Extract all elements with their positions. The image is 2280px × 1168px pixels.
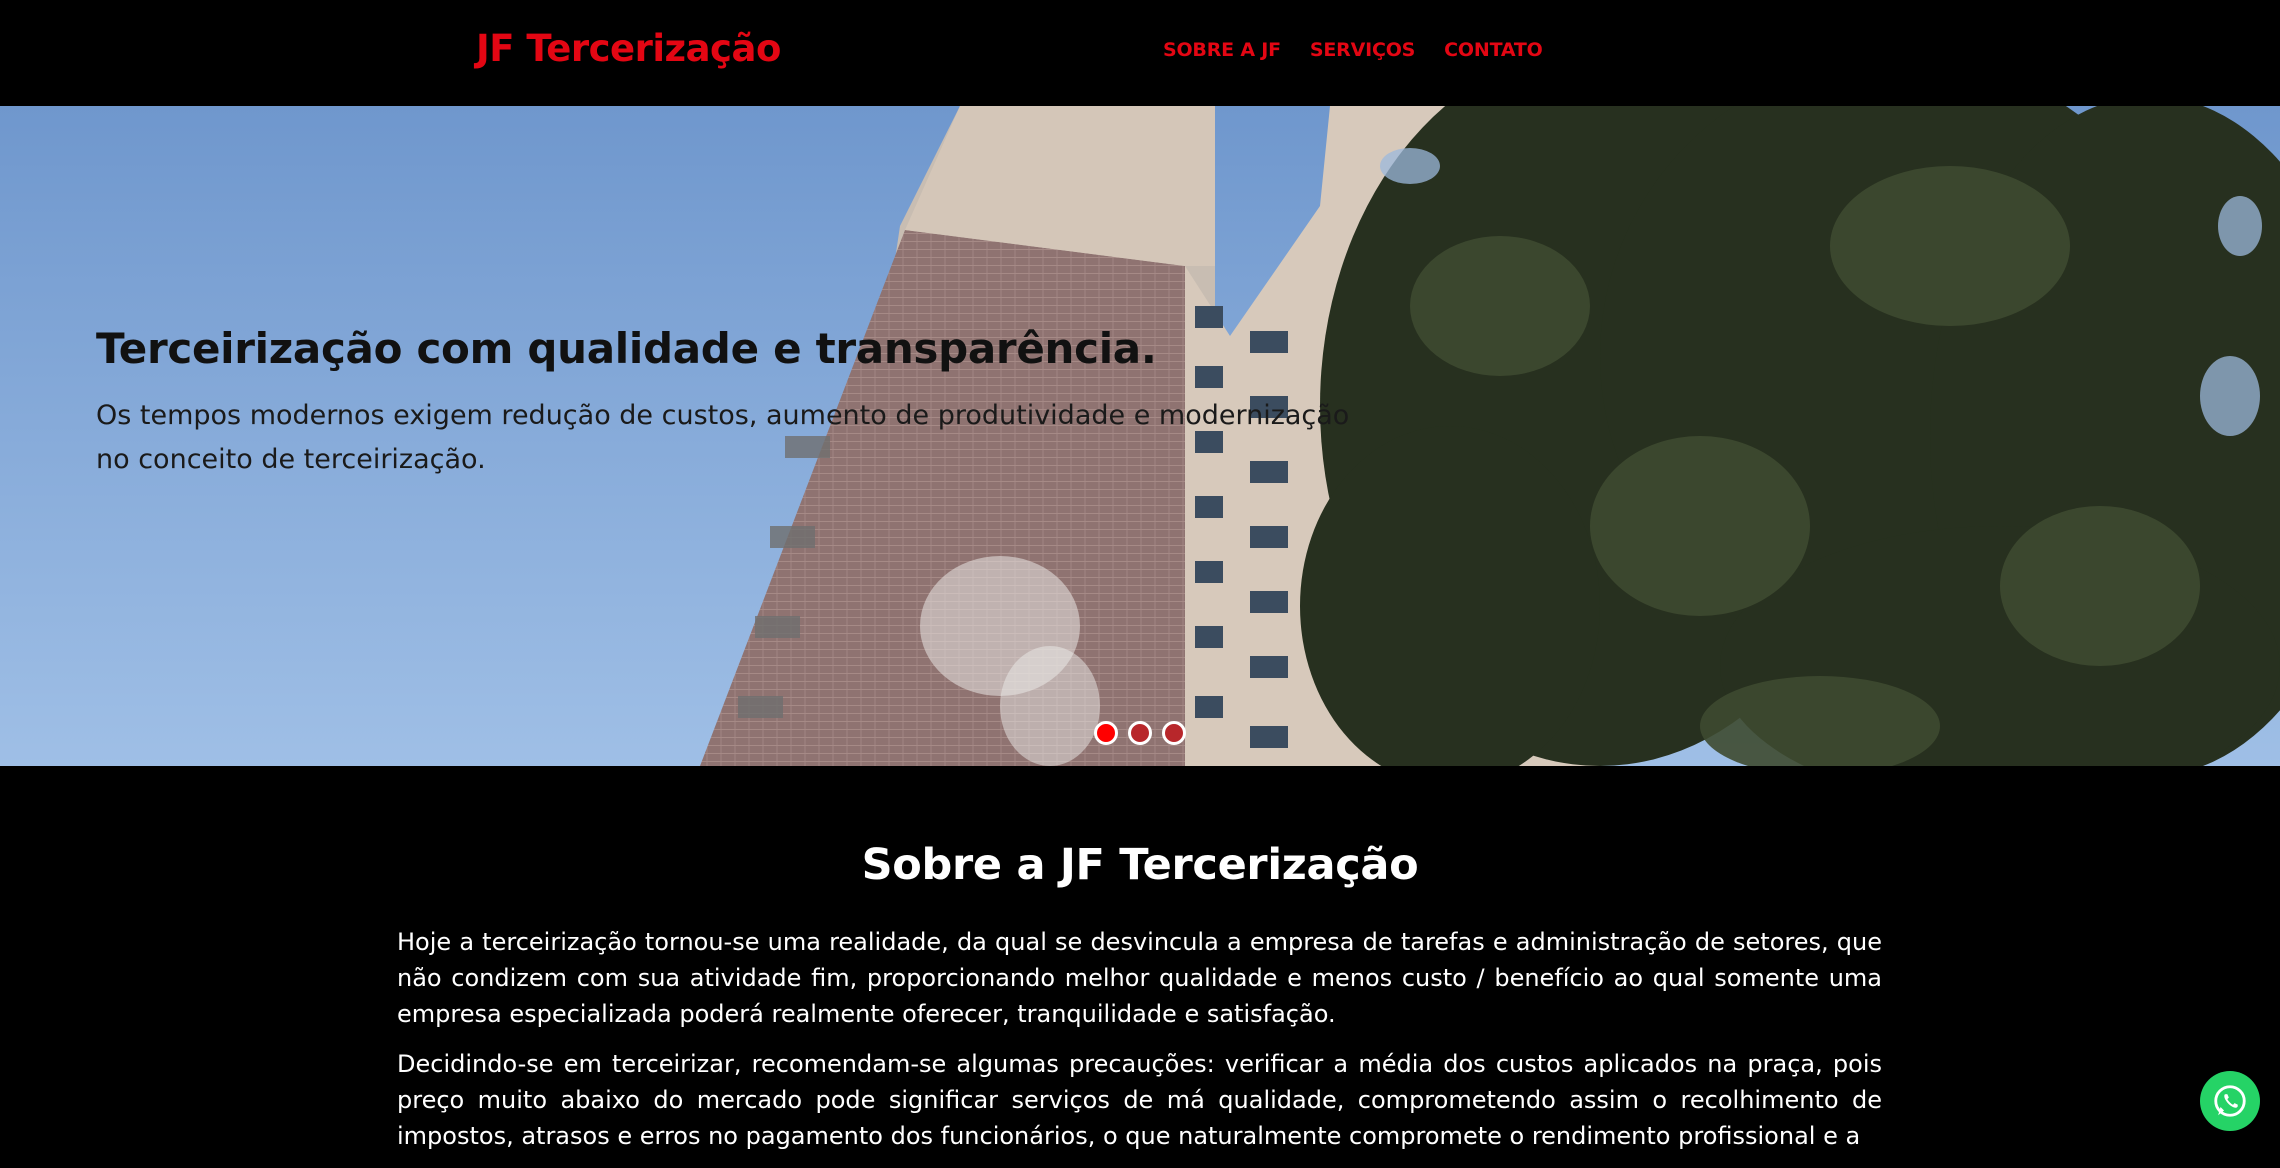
main-nav: SOBRE A JF SERVIÇOS CONTATO [1163,39,1543,61]
whatsapp-button[interactable] [2200,1071,2260,1131]
nav-link-sobre[interactable]: SOBRE A JF [1163,39,1281,61]
nav-link-servicos[interactable]: SERVIÇOS [1310,39,1415,61]
carousel-indicator-1[interactable] [1094,721,1118,745]
hero-text: Os tempos modernos exigem redução de cus… [96,400,1350,476]
whatsapp-icon [2214,1085,2246,1117]
carousel-indicator-2[interactable] [1128,721,1152,745]
about-body: Hoje a terceirização tornou-se uma reali… [397,924,1882,1168]
about-paragraph-2: Decidindo-se em terceirizar, recomendam-… [397,1050,1882,1150]
carousel-indicator-3[interactable] [1162,721,1186,745]
about-paragraph-1: Hoje a terceirização tornou-se uma reali… [397,928,1882,1028]
about-section: Sobre a JF Tercerização Hoje a terceiriz… [0,766,2280,1150]
carousel-indicators [1094,721,1186,745]
hero-carousel: Terceirização com qualidade e transparên… [0,106,2280,766]
about-title: Sobre a JF Tercerização [861,840,1419,890]
hero-caption: Terceirização com qualidade e transparên… [96,324,1396,482]
brand-logo-link[interactable]: JF Tercerização [476,27,781,70]
top-navbar: JF Tercerização SOBRE A JF SERVIÇOS CONT… [0,0,2280,106]
nav-link-contato[interactable]: CONTATO [1444,39,1543,61]
hero-title: Terceirização com qualidade e transparên… [96,324,1157,373]
